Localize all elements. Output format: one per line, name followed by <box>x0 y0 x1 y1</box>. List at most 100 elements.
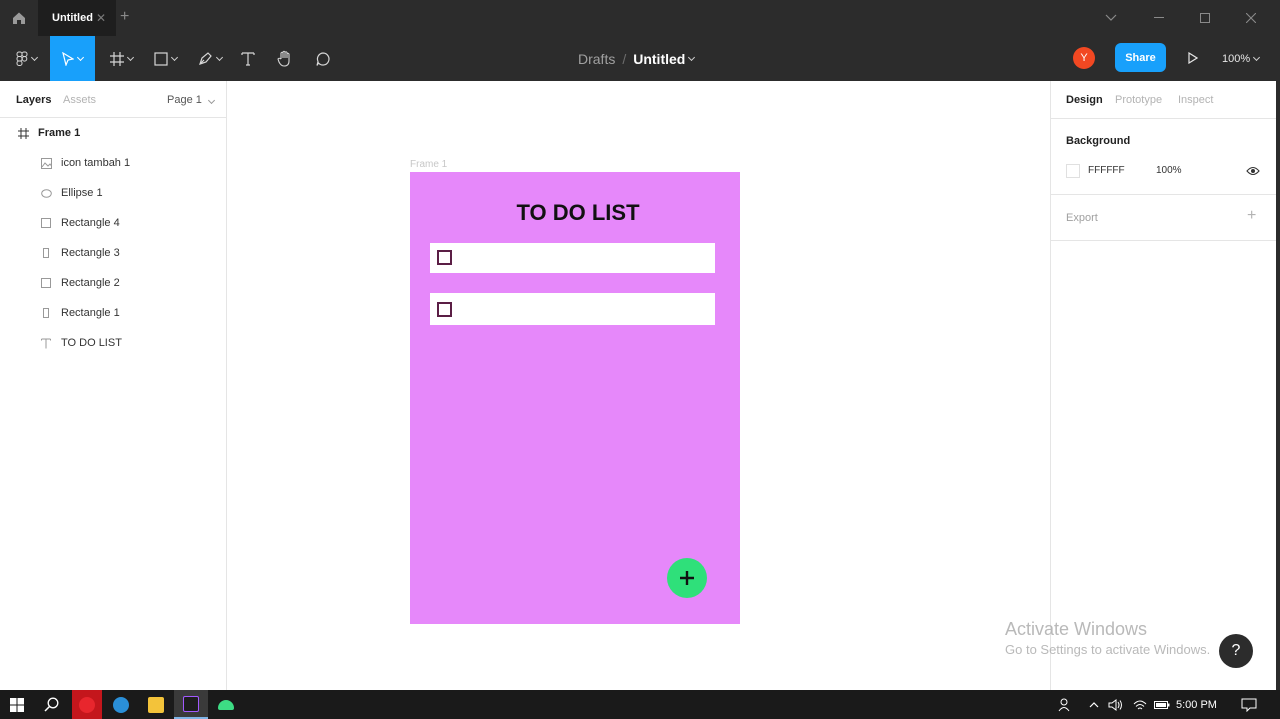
home-icon <box>13 12 25 24</box>
layer-rectangle-1[interactable]: Rectangle 1 <box>0 298 226 328</box>
text-tool-button[interactable] <box>236 36 260 81</box>
volume-button[interactable] <box>1104 690 1128 719</box>
breadcrumb: Drafts / Untitled <box>578 36 696 81</box>
figma-logo-icon <box>16 51 27 66</box>
home-button[interactable] <box>0 0 38 36</box>
minimize-button[interactable] <box>1136 0 1182 36</box>
layer-rectangle-3[interactable]: Rectangle 3 <box>0 238 226 268</box>
battery-button[interactable] <box>1150 690 1174 719</box>
add-todo-button[interactable] <box>667 558 707 598</box>
layer-name: Frame 1 <box>38 127 81 139</box>
breadcrumb-drafts[interactable]: Drafts <box>578 51 615 67</box>
taskbar-file-explorer[interactable] <box>139 690 173 719</box>
background-opacity-input[interactable]: 100% <box>1156 165 1182 176</box>
share-button[interactable]: Share <box>1115 43 1166 72</box>
chevron-down-icon <box>126 53 134 61</box>
todo-item-2[interactable] <box>430 293 715 325</box>
taskbar-android-studio[interactable] <box>209 690 243 719</box>
todo-title[interactable]: TO DO LIST <box>410 200 746 226</box>
people-icon <box>1058 698 1070 711</box>
show-hidden-icons-button[interactable] <box>1082 690 1106 719</box>
folder-icon <box>148 696 164 713</box>
taskbar-app-red[interactable] <box>72 690 102 719</box>
background-color-swatch[interactable] <box>1066 164 1080 178</box>
tab-assets[interactable]: Assets <box>63 94 96 106</box>
main-menu-button[interactable] <box>8 36 44 81</box>
search-button[interactable] <box>34 690 68 719</box>
tab-close-icon[interactable]: ✕ <box>96 11 106 25</box>
scrollbar-edge <box>1276 81 1280 690</box>
taskbar-clock[interactable]: 5:00 PM <box>1176 690 1217 719</box>
background-hex-input[interactable]: FFFFFF <box>1088 165 1125 176</box>
page-selector-label: Page 1 <box>167 94 202 106</box>
avatar[interactable]: Y <box>1073 47 1095 69</box>
shape-tool-button[interactable] <box>148 36 182 81</box>
layer-rectangle-2[interactable]: Rectangle 2 <box>0 268 226 298</box>
help-button[interactable]: ? <box>1219 634 1253 668</box>
layer-rectangle-4[interactable]: Rectangle 4 <box>0 208 226 238</box>
taskbar-figma[interactable] <box>174 690 208 719</box>
present-button[interactable] <box>1182 47 1204 69</box>
comment-tool-button[interactable] <box>310 36 336 81</box>
hand-icon <box>277 50 290 67</box>
background-title: Background <box>1066 135 1131 147</box>
export-section: Export + <box>1051 195 1276 241</box>
title-bar: Untitled ✕ + <box>0 0 1280 36</box>
file-tab-label: Untitled <box>52 12 93 24</box>
layer-icon-tambah-1[interactable]: icon tambah 1 <box>0 148 226 178</box>
close-icon <box>1246 13 1256 23</box>
eye-icon <box>1246 166 1260 176</box>
todo-item-1[interactable] <box>430 243 715 273</box>
tab-prototype[interactable]: Prototype <box>1115 94 1162 106</box>
hand-tool-button[interactable] <box>272 36 298 81</box>
left-panel-tabs: Layers Assets Page 1 <box>0 81 226 118</box>
background-section: Background FFFFFF 100% <box>1051 119 1276 195</box>
frame-1[interactable]: TO DO LIST <box>410 172 740 624</box>
ellipse-icon <box>40 187 52 199</box>
chevron-down-icon <box>76 53 85 61</box>
pen-tool-button[interactable] <box>192 36 228 81</box>
activate-windows-title: Activate Windows <box>1005 619 1148 639</box>
file-name[interactable]: Untitled <box>633 51 685 67</box>
taskbar-edge[interactable] <box>104 690 138 719</box>
frame-tool-button[interactable] <box>104 36 138 81</box>
maximize-button[interactable] <box>1182 0 1228 36</box>
layer-ellipse-1[interactable]: Ellipse 1 <box>0 178 226 208</box>
people-button[interactable] <box>1052 690 1080 719</box>
rectangle-vertical-icon <box>40 307 52 319</box>
todo-checkbox-1[interactable] <box>437 250 452 265</box>
start-button[interactable] <box>0 690 34 719</box>
text-icon <box>40 337 52 349</box>
breadcrumb-separator: / <box>622 50 627 67</box>
frame-label[interactable]: Frame 1 <box>410 159 447 170</box>
close-window-button[interactable] <box>1228 0 1274 36</box>
new-tab-button[interactable]: + <box>120 8 129 26</box>
android-icon <box>218 699 234 710</box>
page-selector[interactable]: Page 1 <box>167 94 215 106</box>
play-icon <box>1188 52 1198 64</box>
minimize-icon <box>1154 17 1164 18</box>
visibility-toggle[interactable] <box>1246 164 1260 176</box>
windows-taskbar: 5:00 PM <box>0 690 1280 719</box>
chevron-down-icon <box>170 53 178 61</box>
move-tool-button[interactable] <box>50 36 95 81</box>
network-button[interactable] <box>1128 690 1152 719</box>
tab-layers[interactable]: Layers <box>16 94 51 106</box>
action-center-button[interactable] <box>1232 690 1266 719</box>
export-title: Export <box>1066 212 1098 224</box>
maximize-icon <box>1200 13 1210 23</box>
activate-windows-subtitle: Go to Settings to activate Windows. <box>1005 642 1211 657</box>
layer-name: Rectangle 2 <box>61 277 120 289</box>
tab-inspect[interactable]: Inspect <box>1178 94 1213 106</box>
wifi-icon <box>1133 700 1147 709</box>
zoom-menu[interactable]: 100% <box>1222 36 1261 81</box>
add-export-button[interactable]: + <box>1247 207 1256 225</box>
todo-checkbox-2[interactable] <box>437 302 452 317</box>
layer-frame-1[interactable]: Frame 1 <box>0 118 226 148</box>
layer-to-do-list-text[interactable]: TO DO LIST <box>0 328 226 358</box>
tab-design[interactable]: Design <box>1066 94 1103 106</box>
chevron-down-icon[interactable] <box>688 53 696 61</box>
tabs-dropdown-button[interactable] <box>1088 0 1134 36</box>
notification-icon <box>1241 698 1257 712</box>
chevron-down-icon <box>215 53 224 61</box>
